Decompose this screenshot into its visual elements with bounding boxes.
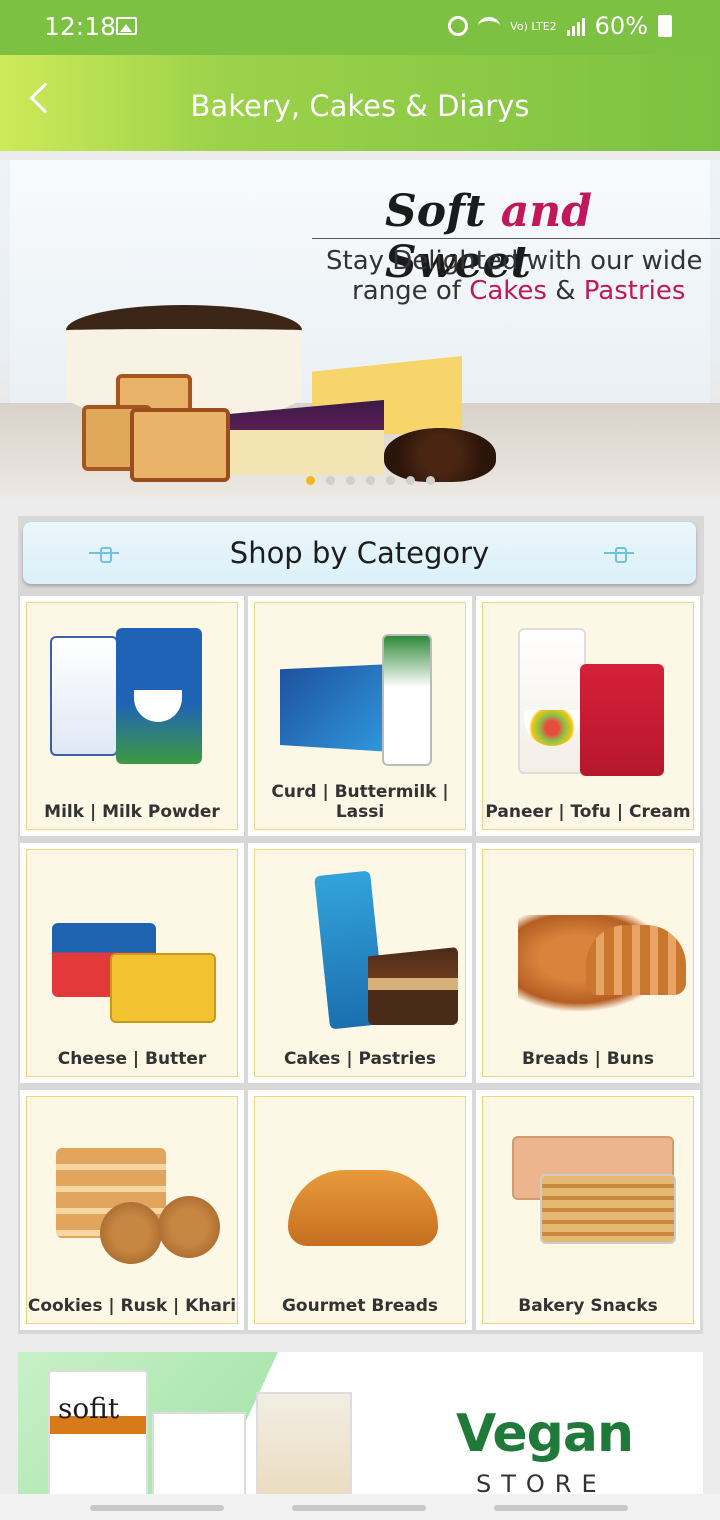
category-label: Breads | Buns [522,1049,654,1069]
milk-powder-pack [116,628,202,764]
network-label: Vo) LTE2 [510,19,557,33]
category-label: Cookies | Rusk | Khari [27,1296,237,1316]
category-label: Bakery Snacks [518,1296,658,1316]
category-label: Cakes | Pastries [283,1049,437,1069]
breads-buns-image [500,867,686,1017]
carousel-dot[interactable] [366,476,375,485]
lassi-pack [382,634,432,766]
category-grid: Milk | Milk Powder Curd | Buttermilk | L… [18,594,703,1334]
category-tile-snacks[interactable]: Bakery Snacks [476,1090,700,1330]
carousel-indicator [306,476,435,485]
pound-cake-image [130,408,230,482]
carousel-dot[interactable] [326,476,335,485]
croissant-image [272,1114,448,1264]
carousel-dot[interactable] [306,476,315,485]
category-tile-cookies[interactable]: Cookies | Rusk | Khari [20,1090,244,1330]
cakes-pastries-image [272,867,458,1030]
carousel-dot[interactable] [426,476,435,485]
croissant [288,1170,438,1246]
pastry-slice [368,947,458,1025]
curd-pack [280,664,392,752]
category-label: Curd | Buttermilk | Lassi [271,782,449,822]
shop-by-category-header: Shop by Category [23,522,696,584]
battery-percent: 60% [594,12,648,40]
category-tile-milk[interactable]: Milk | Milk Powder [20,596,244,836]
signal-icon [566,16,585,36]
category-label: Milk | Milk Powder [44,802,220,822]
vegan-title: Vegan [456,1404,634,1464]
cream-pack [518,628,586,774]
paneer-products-image [500,620,676,776]
wifi-icon [478,17,501,35]
status-bar: 12:18 Vo) LTE2 60% [0,0,720,55]
category-label: Paneer | Tofu | Cream [485,802,691,822]
bakery-snacks-image [500,1114,676,1264]
carousel-dot[interactable] [346,476,355,485]
status-icons: Vo) LTE2 60% [448,12,672,40]
paneer-pack [580,664,664,776]
category-label: Cheese | Butter [57,1049,207,1069]
category-tile-cheese[interactable]: Cheese | Butter [20,843,244,1083]
system-nav-bar [0,1494,720,1520]
sliced-bread [586,925,686,995]
cheese-butter-image [44,867,220,1023]
image-notification-icon [116,17,137,35]
category-tile-paneer[interactable]: Paneer | Tofu | Cream [476,596,700,836]
category-tile-curd[interactable]: Curd | Buttermilk | Lassi [248,596,472,836]
page-title: Bakery, Cakes & Diarys [190,89,530,123]
section-title: Shop by Category [229,536,490,570]
app-bar: Bakery, Cakes & Diarys [0,55,720,151]
category-label: Gourmet Breads [281,1296,439,1316]
battery-icon [658,15,672,37]
alarm-icon [448,16,469,36]
nav-recents-button[interactable] [90,1505,224,1511]
curd-products-image [272,620,448,770]
chocolate-chips-image [384,428,496,482]
status-time: 12:18 [44,12,117,41]
nav-back-button[interactable] [494,1505,628,1511]
cookie [158,1196,220,1258]
cookie [100,1202,162,1264]
milk-products-image [44,620,220,770]
ornament-icon [604,547,634,563]
butter-pack [110,953,216,1023]
cookies-rusk-image [44,1114,220,1264]
category-tile-gourmet[interactable]: Gourmet Breads [248,1090,472,1330]
nav-home-button[interactable] [292,1505,426,1511]
category-tile-cakes[interactable]: Cakes | Pastries [248,843,472,1083]
carousel-dot[interactable] [406,476,415,485]
snack-pack [540,1174,676,1244]
category-tile-breads[interactable]: Breads | Buns [476,843,700,1083]
brand-label: sofit [58,1392,120,1425]
milk-pack [50,636,118,756]
carousel-dot[interactable] [386,476,395,485]
